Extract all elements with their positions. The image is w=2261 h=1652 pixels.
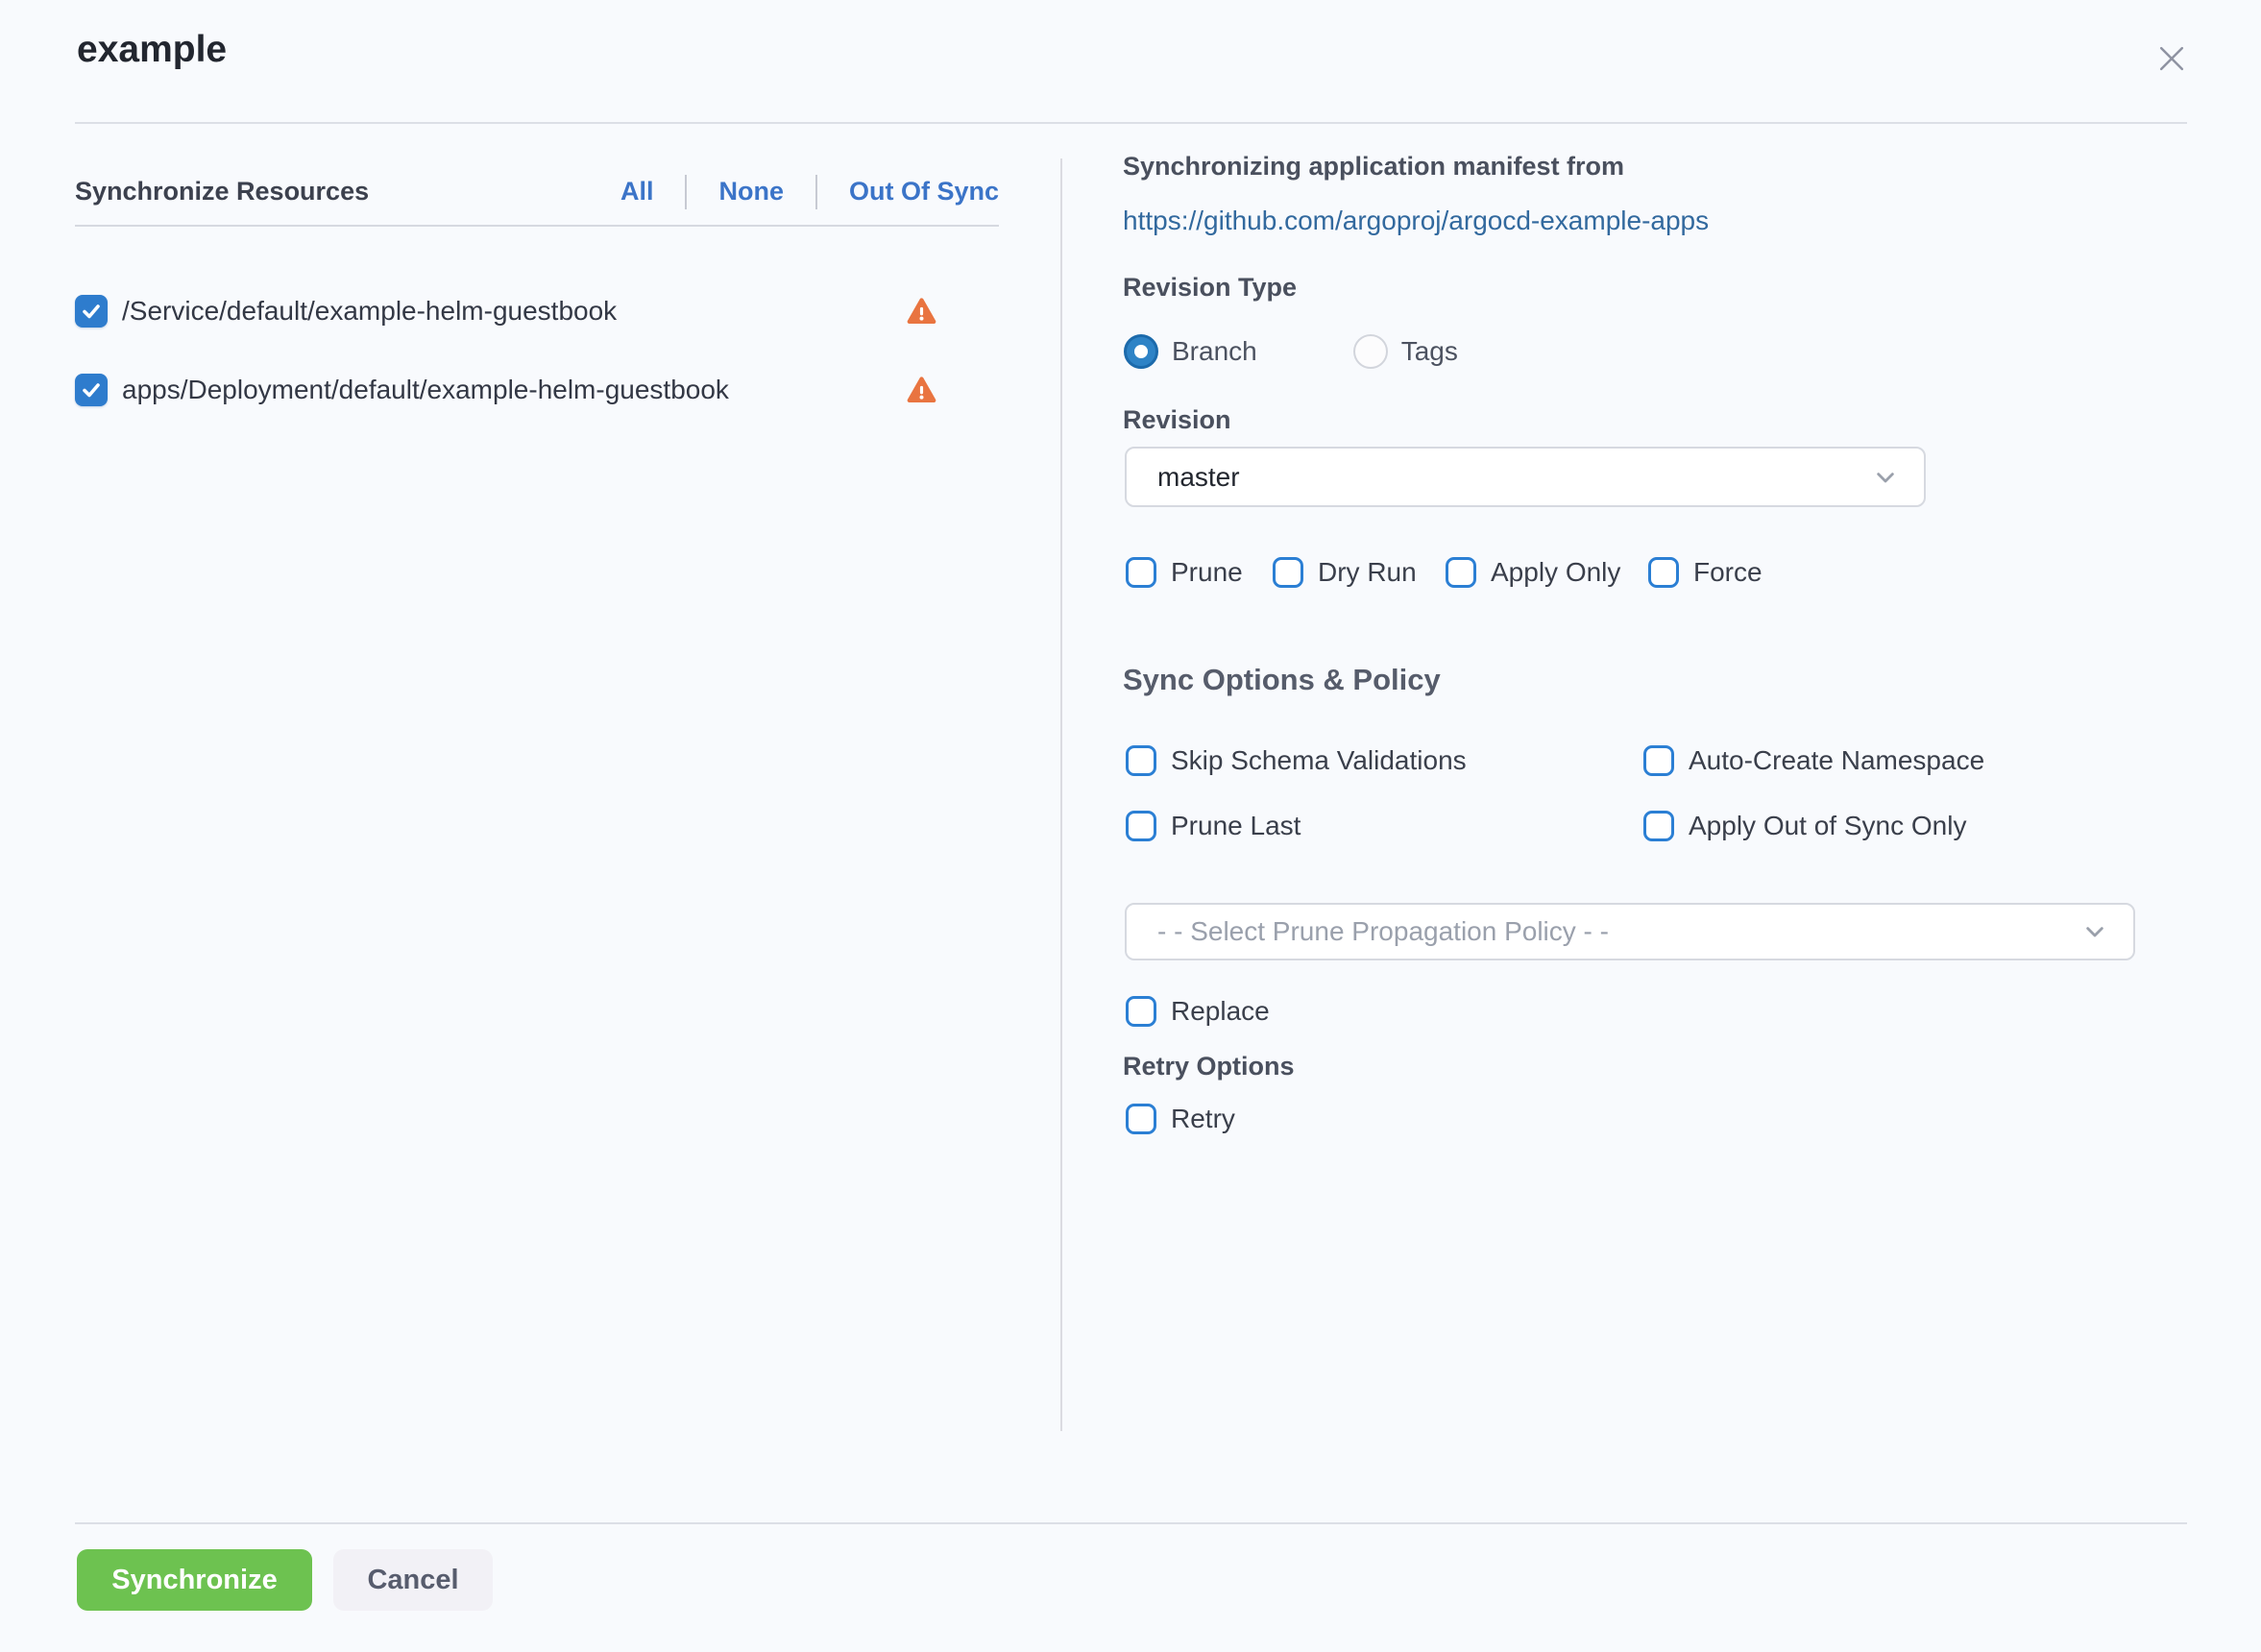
replace-label: Replace — [1171, 996, 1270, 1027]
apply-only-label: Apply Only — [1491, 557, 1620, 588]
retry-options-heading: Retry Options — [1123, 1052, 1295, 1081]
resource-label: apps/Deployment/default/example-helm-gue… — [122, 375, 906, 405]
auto-create-namespace-option: Auto-Create Namespace — [1643, 741, 1984, 780]
prune-propagation-policy-placeholder: - - Select Prune Propagation Policy - - — [1157, 916, 2079, 947]
dialog-title: example — [77, 29, 227, 71]
prune-last-checkbox[interactable] — [1126, 811, 1156, 841]
resources-header: Synchronize Resources All None Out Of Sy… — [75, 158, 999, 227]
cancel-button[interactable]: Cancel — [333, 1549, 493, 1611]
branch-radio-label: Branch — [1172, 336, 1257, 367]
auto-create-namespace-checkbox[interactable] — [1643, 745, 1674, 776]
synchronize-button[interactable]: Synchronize — [77, 1549, 312, 1611]
checkmark-icon — [80, 378, 103, 401]
skip-schema-validations-option: Skip Schema Validations — [1126, 741, 1467, 780]
prune-last-label: Prune Last — [1171, 811, 1301, 841]
force-checkbox[interactable] — [1648, 557, 1679, 588]
warning-icon — [906, 375, 937, 406]
revision-label: Revision — [1123, 405, 1231, 435]
apply-only-checkbox[interactable] — [1446, 557, 1476, 588]
revision-type-label: Revision Type — [1123, 273, 1297, 303]
footer-divider — [75, 1522, 2187, 1524]
apply-out-of-sync-only-label: Apply Out of Sync Only — [1689, 811, 1966, 841]
revision-select[interactable]: master — [1125, 447, 1926, 507]
resource-checkbox-checked[interactable] — [75, 374, 108, 406]
sync-settings-panel: Synchronizing application manifest from … — [1123, 0, 2189, 1652]
resource-checkbox-checked[interactable] — [75, 295, 108, 328]
manifest-url-link[interactable]: https://github.com/argoproj/argocd-examp… — [1123, 206, 1709, 236]
tags-radio[interactable] — [1353, 334, 1388, 369]
panel-divider — [1060, 158, 1062, 1431]
manifest-source-label: Synchronizing application manifest from — [1123, 152, 1624, 182]
resource-row: apps/Deployment/default/example-helm-gue… — [75, 370, 999, 410]
auto-create-namespace-label: Auto-Create Namespace — [1689, 745, 1984, 776]
sync-options-heading: Sync Options & Policy — [1123, 663, 1441, 697]
apply-only-flag: Apply Only — [1446, 553, 1620, 592]
filter-separator — [815, 175, 817, 209]
retry-checkbox[interactable] — [1126, 1104, 1156, 1134]
apply-out-of-sync-only-checkbox[interactable] — [1643, 811, 1674, 841]
filter-out-of-sync-link[interactable]: Out Of Sync — [849, 177, 999, 206]
dry-run-flag: Dry Run — [1273, 553, 1417, 592]
resources-filters: All None Out Of Sync — [620, 175, 999, 209]
chevron-down-icon — [2079, 916, 2110, 947]
prune-flag: Prune — [1126, 553, 1243, 592]
branch-radio[interactable] — [1124, 334, 1158, 369]
warning-icon — [906, 296, 937, 328]
tags-radio-label: Tags — [1401, 336, 1458, 367]
filter-all-link[interactable]: All — [620, 177, 654, 206]
prune-checkbox[interactable] — [1126, 557, 1156, 588]
replace-option: Replace — [1126, 992, 1270, 1031]
retry-label: Retry — [1171, 1104, 1235, 1134]
dry-run-label: Dry Run — [1318, 557, 1417, 588]
prune-propagation-policy-select[interactable]: - - Select Prune Propagation Policy - - — [1125, 903, 2135, 960]
resource-label: /Service/default/example-helm-guestbook — [122, 296, 906, 327]
revision-type-radio-group: Branch Tags — [1124, 332, 1458, 371]
prune-last-option: Prune Last — [1126, 807, 1301, 845]
chevron-down-icon — [1870, 462, 1901, 493]
prune-label: Prune — [1171, 557, 1243, 588]
skip-schema-validations-label: Skip Schema Validations — [1171, 745, 1467, 776]
sync-dialog: example Synchronize Resources All None O… — [0, 0, 2261, 1652]
force-label: Force — [1693, 557, 1763, 588]
force-flag: Force — [1648, 553, 1763, 592]
filter-none-link[interactable]: None — [718, 177, 784, 206]
replace-checkbox[interactable] — [1126, 996, 1156, 1027]
resource-row: /Service/default/example-helm-guestbook — [75, 291, 999, 331]
apply-out-of-sync-only-option: Apply Out of Sync Only — [1643, 807, 1966, 845]
resources-heading: Synchronize Resources — [75, 177, 369, 206]
revision-select-value: master — [1157, 462, 1870, 493]
filter-separator — [685, 175, 687, 209]
skip-schema-validations-checkbox[interactable] — [1126, 745, 1156, 776]
dry-run-checkbox[interactable] — [1273, 557, 1303, 588]
checkmark-icon — [80, 300, 103, 323]
retry-option: Retry — [1126, 1100, 1235, 1138]
